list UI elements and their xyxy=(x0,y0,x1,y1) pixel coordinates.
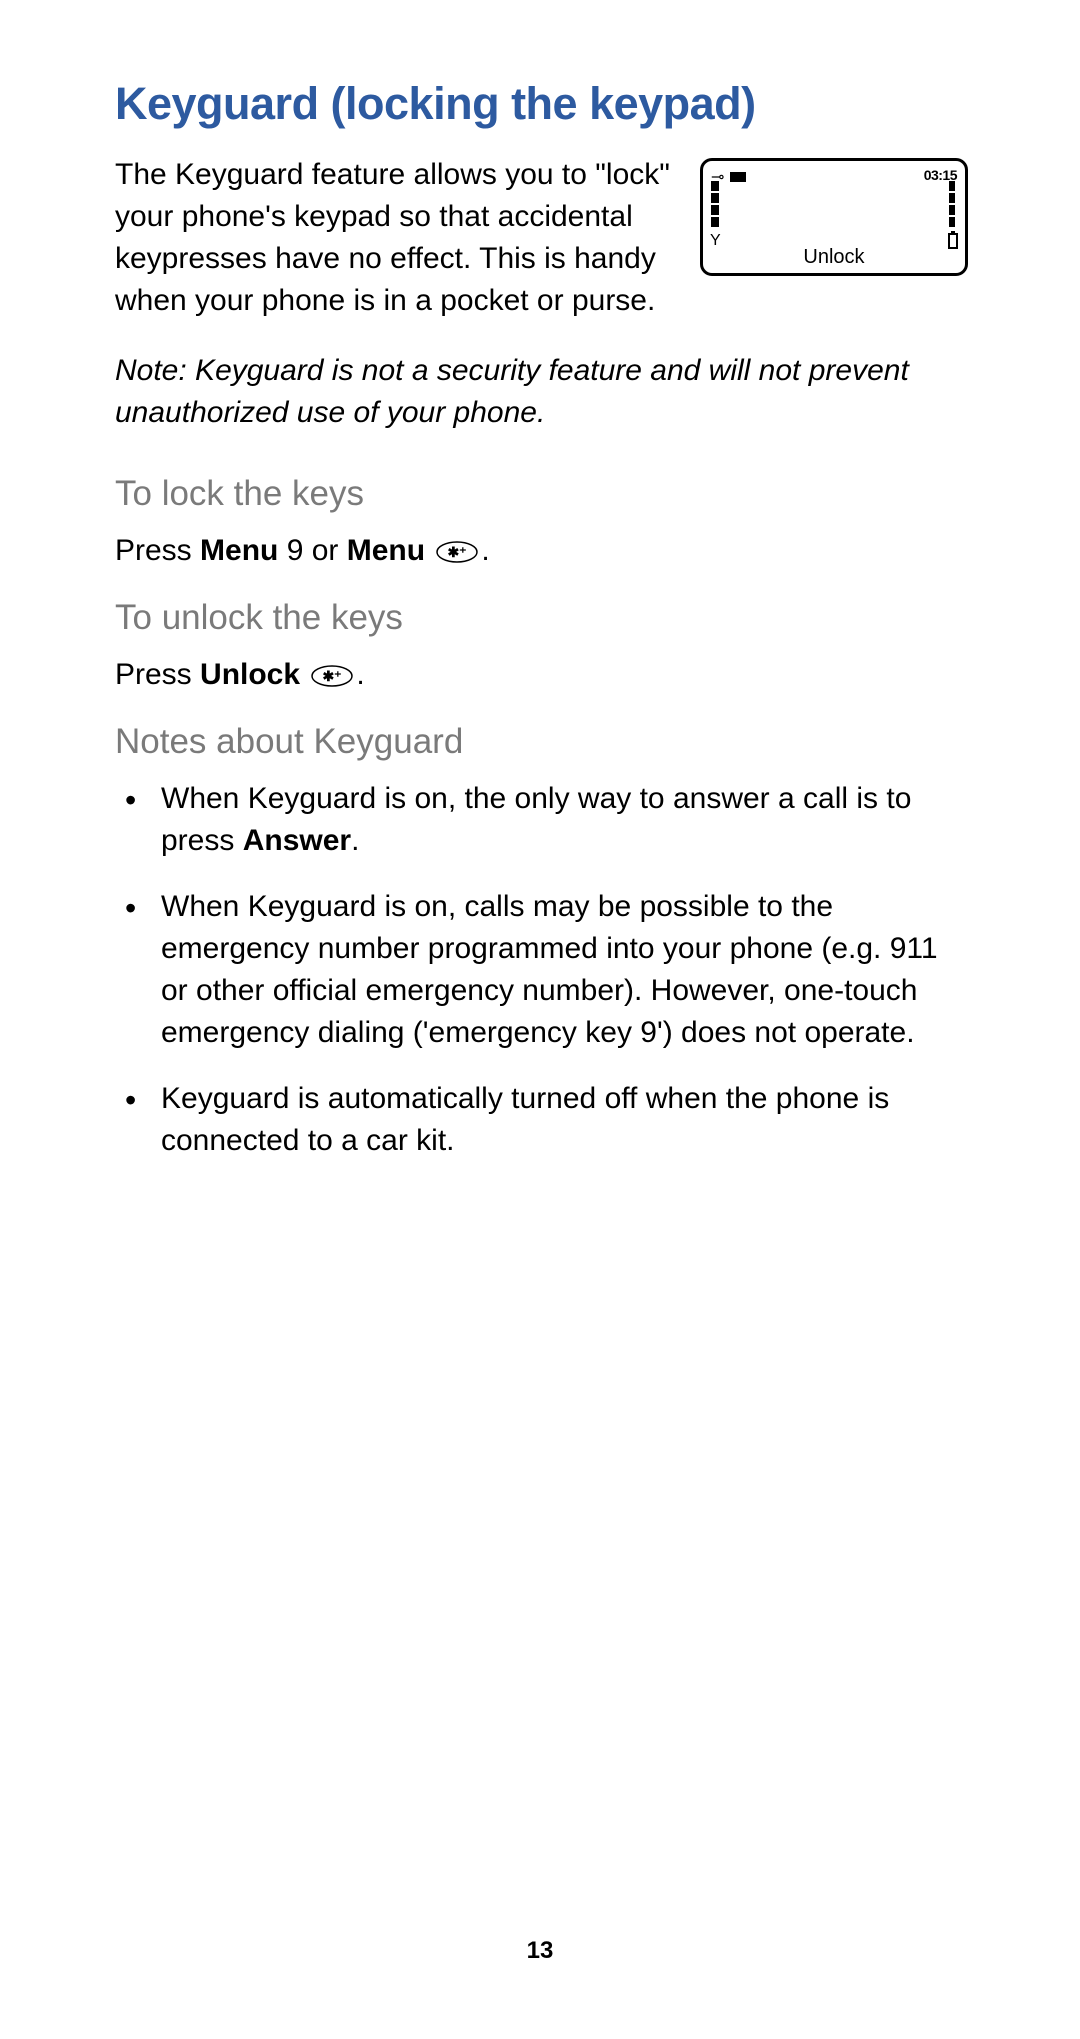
notes-heading: Notes about Keyguard xyxy=(115,722,968,762)
battery-bars xyxy=(949,181,957,229)
star-key-icon: ✱⁺ xyxy=(310,664,354,688)
intro-text: The Keyguard feature allows you to "lock… xyxy=(115,154,678,322)
page-title: Keyguard (locking the keypad) xyxy=(115,78,968,130)
indicator-icon xyxy=(730,172,746,182)
intro-row: The Keyguard feature allows you to "lock… xyxy=(115,154,968,322)
list-item: Keyguard is automatically turned off whe… xyxy=(161,1078,968,1162)
bullet-text-pre: Keyguard is automatically turned off whe… xyxy=(161,1082,889,1157)
note-body: Keyguard is not a security feature and w… xyxy=(115,354,909,429)
phone-screen-illustration: ⊸ 03:15 Y Unlock xyxy=(700,158,968,276)
unlock-end: . xyxy=(356,658,364,691)
list-item: When Keyguard is on, calls may be possib… xyxy=(161,886,968,1054)
notes-list: When Keyguard is on, the only way to ans… xyxy=(115,778,968,1162)
lock-prefix: Press xyxy=(115,534,200,567)
bullet-text-post: . xyxy=(351,824,359,857)
lock-mid: 9 or xyxy=(278,534,346,567)
svg-text:✱⁺: ✱⁺ xyxy=(323,668,342,684)
phone-top-row: ⊸ 03:15 xyxy=(703,167,965,187)
bullet-text-bold: Answer xyxy=(243,824,351,857)
unlock-label: Unlock xyxy=(200,658,300,691)
lock-end: . xyxy=(481,534,489,567)
lock-heading: To lock the keys xyxy=(115,474,968,514)
star-key-icon: ✱⁺ xyxy=(435,540,479,564)
phone-unlock-label: Unlock xyxy=(703,246,965,269)
lock-instruction: Press Menu 9 or Menu ✱⁺. xyxy=(115,530,968,572)
signal-bars xyxy=(711,181,723,229)
bullet-text-pre: When Keyguard is on, calls may be possib… xyxy=(161,890,938,1049)
unlock-instruction: Press Unlock ✱⁺. xyxy=(115,654,968,696)
unlock-heading: To unlock the keys xyxy=(115,598,968,638)
page-number: 13 xyxy=(0,1937,1080,1965)
svg-text:✱⁺: ✱⁺ xyxy=(448,544,467,560)
unlock-prefix: Press xyxy=(115,658,200,691)
note-text: Note: Keyguard is not a security feature… xyxy=(115,350,968,434)
menu-label-1: Menu xyxy=(200,534,278,567)
menu-label-2: Menu xyxy=(347,534,425,567)
note-prefix: Note: xyxy=(115,354,187,387)
list-item: When Keyguard is on, the only way to ans… xyxy=(161,778,968,862)
